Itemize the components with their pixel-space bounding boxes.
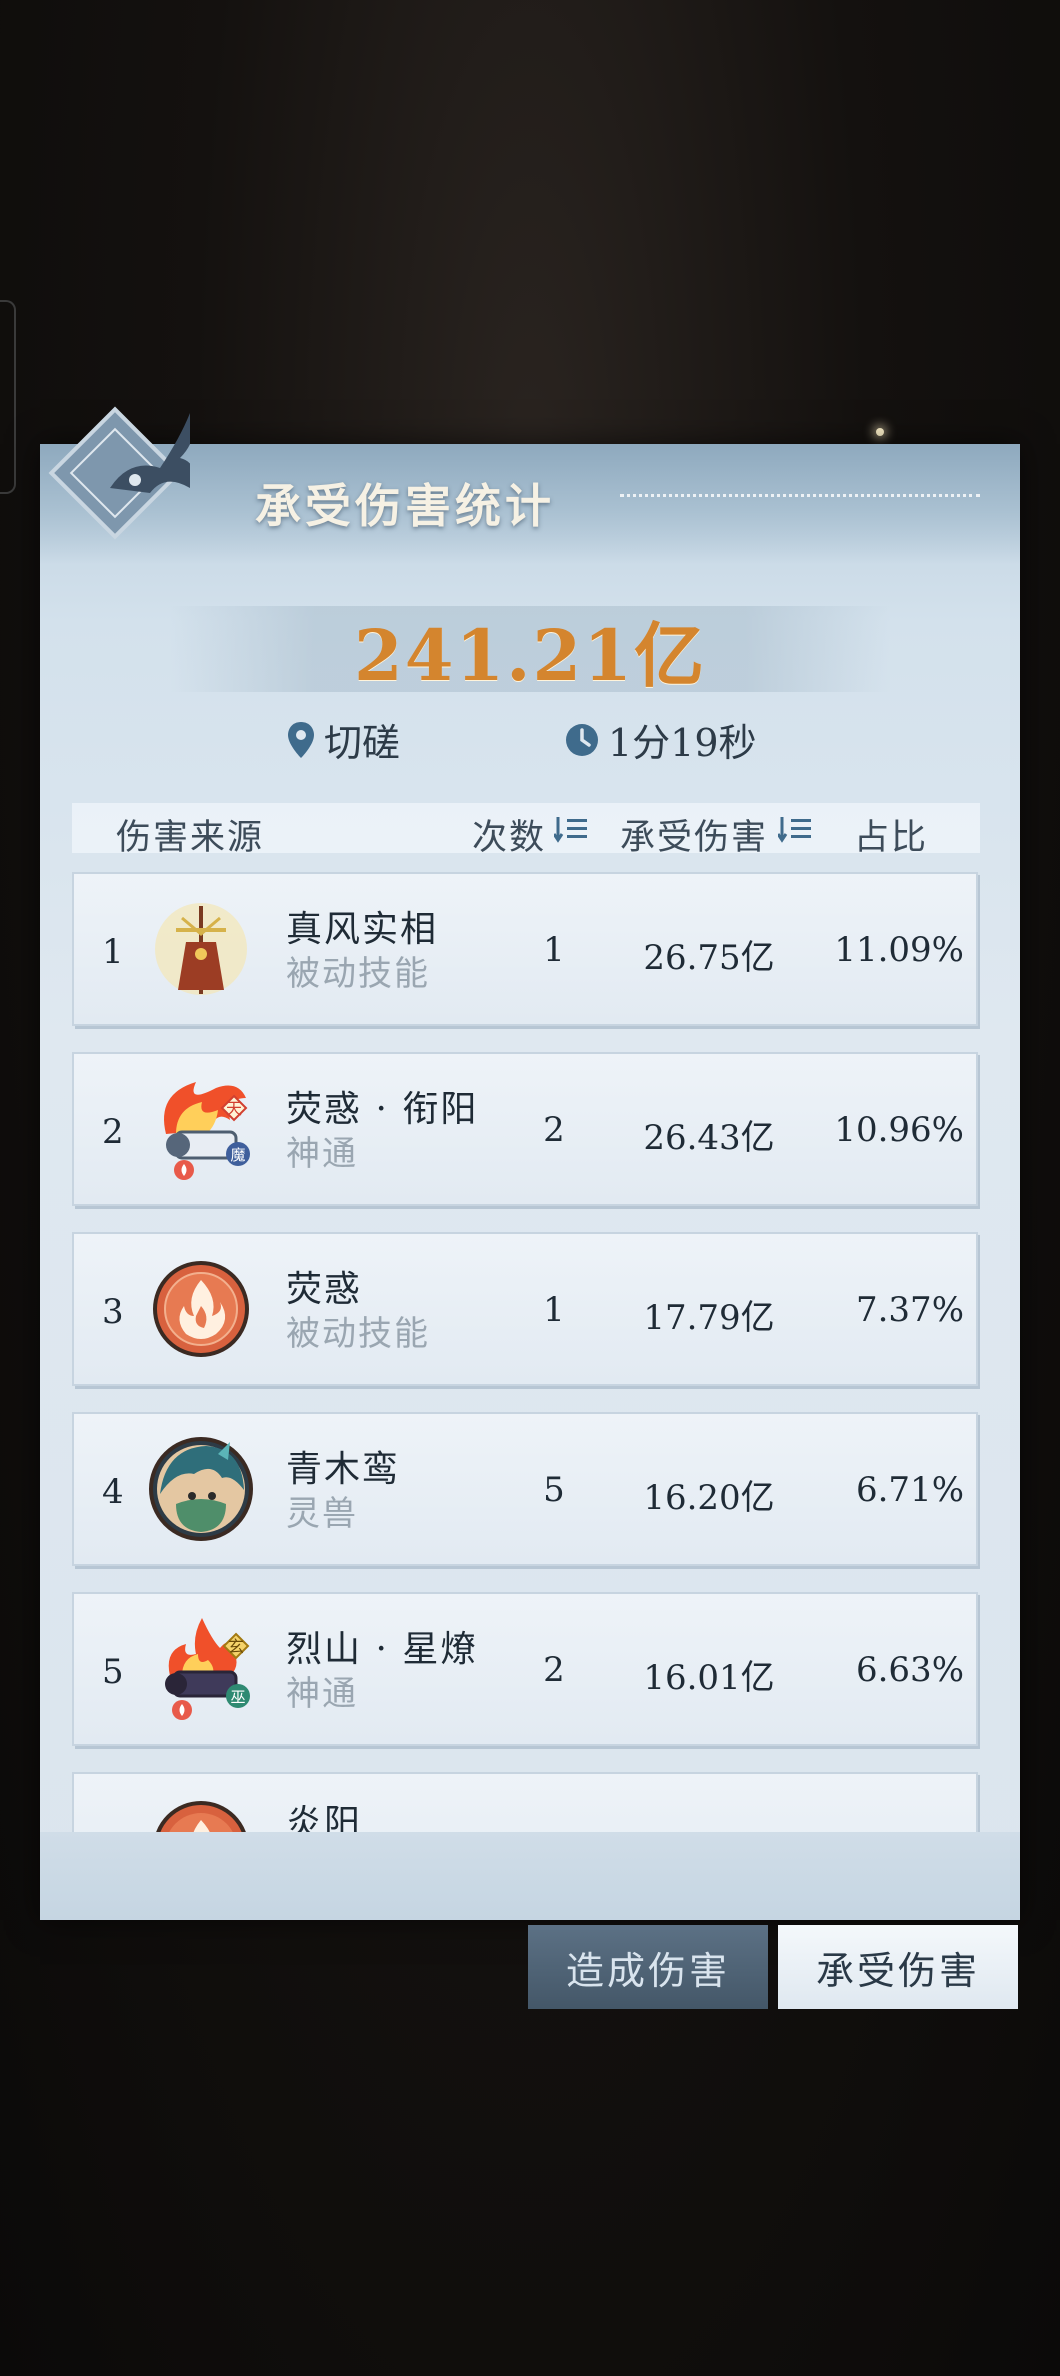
total-damage: 241.21亿: [354, 614, 706, 697]
panel-footer: [40, 1832, 1020, 1920]
row-name: 烈山 · 星燎: [286, 1629, 479, 1670]
location-text: 切磋: [324, 721, 401, 765]
duration-info: 1分19秒: [564, 712, 757, 767]
row-count: 1: [543, 930, 565, 970]
tab-damage-dealt[interactable]: 造成伤害: [528, 1925, 768, 2009]
fire-scroll-icon: 天 魔: [164, 1082, 250, 1180]
row-damage: 17.79亿: [643, 1298, 775, 1338]
location-pin-icon: [288, 721, 314, 758]
badge-top: 天: [226, 1099, 242, 1118]
row-type: 神通: [286, 1674, 358, 1714]
row-name: 青木鸾: [286, 1449, 401, 1490]
star-decoration: [876, 428, 884, 436]
sort-icon[interactable]: [554, 815, 588, 843]
row-rank: 1: [102, 932, 124, 972]
table-row[interactable]: 炎阳: [72, 1772, 978, 1838]
cloud-emblem-icon: [48, 406, 190, 540]
table-row[interactable]: 2 天 魔 荧惑 · 衔阳 神通 2 26.43亿 10.96%: [72, 1052, 978, 1206]
row-ratio: 6.71%: [855, 1470, 964, 1510]
badge-bottom: 巫: [230, 1688, 245, 1706]
table-row[interactable]: 5 玄 巫 烈山 · 星燎 神通 2 16.01亿 6.63%: [72, 1592, 978, 1746]
row-ratio: 6.63%: [855, 1650, 964, 1690]
fire-scroll-icon: 玄 巫: [165, 1618, 250, 1720]
side-handle: [0, 300, 16, 494]
duration-text: 1分19秒: [608, 721, 757, 765]
row-type: 被动技能: [286, 1314, 430, 1354]
row-name: 荧惑 · 衔阳: [286, 1089, 479, 1130]
col-damage[interactable]: 承受伤害: [620, 809, 768, 860]
tab-damage-taken[interactable]: 承受伤害: [778, 1925, 1018, 2009]
row-count: 2: [543, 1650, 565, 1690]
row-count: 5: [543, 1470, 565, 1510]
col-count[interactable]: 次数: [472, 809, 546, 860]
table-row[interactable]: 3 荧惑 被动技能 1 17.79亿 7.37%: [72, 1232, 978, 1386]
totem-icon: [155, 903, 247, 995]
row-ratio: 10.96%: [834, 1110, 964, 1150]
spirit-beast-avatar: [149, 1437, 253, 1541]
badge-top: 玄: [228, 1637, 244, 1656]
row-rank: 3: [102, 1292, 124, 1332]
row-type: 被动技能: [286, 954, 430, 994]
table-row[interactable]: 4 青木鸾 灵兽 5 16.20亿 6.71%: [72, 1412, 978, 1566]
row-damage: 16.01亿: [643, 1658, 775, 1698]
row-ratio: 11.09%: [834, 930, 964, 970]
row-type: 神通: [286, 1134, 358, 1174]
badge-bottom: 魔: [230, 1146, 245, 1164]
row-damage: 16.20亿: [643, 1478, 775, 1518]
col-source: 伤害来源: [116, 818, 265, 858]
damage-list[interactable]: 1 真风实相 被动技能 1 26.75亿 11.09% 2 天 魔 荧惑 · 衔…: [72, 872, 980, 1838]
row-ratio: 7.37%: [855, 1290, 964, 1330]
row-count: 2: [543, 1110, 565, 1150]
location-info: 切磋: [286, 712, 400, 767]
column-header: 伤害来源 次数 承受伤害 占比: [72, 803, 980, 858]
row-name: 荧惑: [286, 1269, 363, 1310]
flame-circle-icon: [153, 1261, 249, 1357]
table-row[interactable]: 1 真风实相 被动技能 1 26.75亿 11.09%: [72, 872, 978, 1026]
row-count: 1: [543, 1290, 565, 1330]
panel-title: 承受伤害统计: [255, 479, 555, 533]
row-damage: 26.43亿: [643, 1118, 775, 1158]
row-rank: 5: [102, 1652, 124, 1692]
col-ratio: 占比: [854, 818, 929, 858]
sort-icon[interactable]: [778, 815, 812, 843]
row-rank: 2: [102, 1112, 124, 1152]
row-type: 灵兽: [286, 1494, 358, 1534]
row-name: 真风实相: [286, 909, 439, 950]
row-damage: 26.75亿: [643, 938, 775, 978]
row-rank: 4: [102, 1472, 124, 1512]
title-divider: [620, 494, 980, 497]
clock-icon: [566, 723, 598, 756]
